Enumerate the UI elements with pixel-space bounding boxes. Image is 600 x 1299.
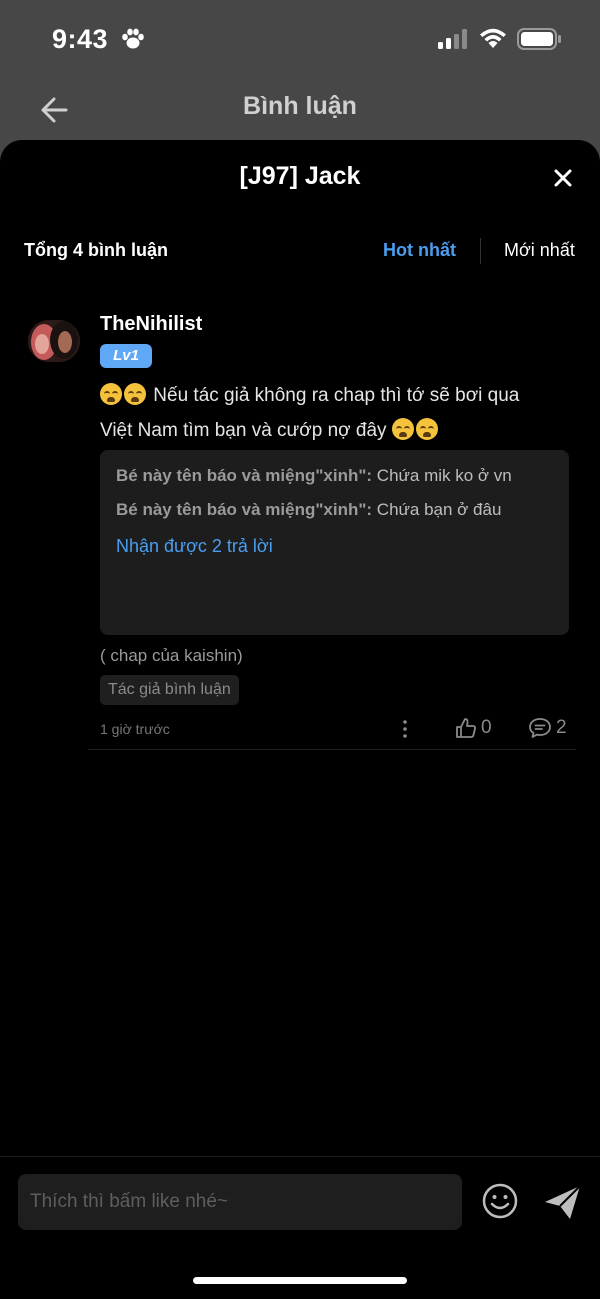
paw-icon bbox=[122, 28, 144, 49]
home-indicator[interactable] bbox=[193, 1277, 407, 1284]
reply-text: Chứa bạn ở đâu bbox=[372, 500, 502, 519]
crying-emoji-icon bbox=[100, 383, 122, 405]
status-bar: 9:43 bbox=[0, 0, 600, 80]
comment-input[interactable] bbox=[18, 1174, 462, 1230]
thumbs-up-icon bbox=[456, 718, 476, 738]
comment-username[interactable]: TheNihilist bbox=[100, 313, 202, 336]
like-button[interactable]: 0 bbox=[455, 715, 492, 741]
signal-icon bbox=[438, 29, 467, 49]
replies-preview[interactable]: Bé này tên báo và miệng"xinh": Chứa mik … bbox=[100, 450, 569, 635]
status-time: 9:43 bbox=[52, 24, 109, 54]
like-count: 0 bbox=[481, 717, 492, 738]
crying-emoji-icon bbox=[124, 383, 146, 405]
reply-item: Bé này tên báo và miệng"xinh": Chứa mik … bbox=[116, 466, 512, 486]
comment-text-line1: Nếu tác giả không ra chap thì tớ sẽ bơi … bbox=[153, 385, 520, 406]
sort-divider bbox=[480, 238, 481, 264]
avatar[interactable] bbox=[28, 320, 80, 362]
sort-newest-tab[interactable]: Mới nhất bbox=[504, 240, 575, 261]
comment-divider bbox=[88, 749, 576, 750]
reply-text: Chứa mik ko ở vn bbox=[372, 466, 512, 485]
comments-sheet: [J97] Jack Tổng 4 bình luận Hot nhất Mới… bbox=[0, 140, 600, 1299]
comment-text-line2: Việt Nam tìm bạn và cướp nợ đây bbox=[100, 420, 387, 441]
sheet-title: [J97] Jack bbox=[239, 162, 361, 190]
sort-hot-tab[interactable]: Hot nhất bbox=[383, 240, 456, 261]
composer-divider bbox=[0, 1156, 600, 1157]
battery-icon bbox=[517, 28, 561, 50]
page-title: Bình luận bbox=[243, 92, 357, 120]
reply-button[interactable]: 2 bbox=[528, 715, 567, 741]
crying-emoji-icon bbox=[415, 418, 438, 440]
chapter-note: ( chap của kaishin) bbox=[100, 646, 243, 665]
comment-icon bbox=[529, 718, 551, 738]
level-badge: Lv1 bbox=[100, 344, 152, 368]
more-vertical-icon[interactable] bbox=[396, 718, 414, 740]
nav-bar: Bình luận bbox=[0, 80, 600, 140]
reply-count: 2 bbox=[556, 717, 567, 738]
reply-author: Bé này tên báo và miệng"xinh": bbox=[116, 500, 373, 519]
wifi-icon bbox=[480, 28, 506, 48]
total-comments: Tổng 4 bình luận bbox=[24, 240, 168, 260]
send-icon[interactable] bbox=[542, 1182, 582, 1222]
comment-body: Nếu tác giả không ra chap thì tớ sẽ bơi … bbox=[100, 378, 570, 448]
author-comment-tag: Tác giả bình luận bbox=[100, 675, 239, 705]
reply-item: Bé này tên báo và miệng"xinh": Chứa bạn … bbox=[116, 500, 501, 520]
comment-timestamp: 1 giờ trước bbox=[100, 721, 170, 737]
close-icon[interactable] bbox=[549, 164, 577, 192]
view-replies-link[interactable]: Nhận được 2 trả lời bbox=[116, 536, 273, 557]
reply-author: Bé này tên báo và miệng"xinh": bbox=[116, 466, 373, 485]
crying-emoji-icon bbox=[391, 418, 414, 440]
smiley-icon[interactable] bbox=[480, 1181, 520, 1221]
